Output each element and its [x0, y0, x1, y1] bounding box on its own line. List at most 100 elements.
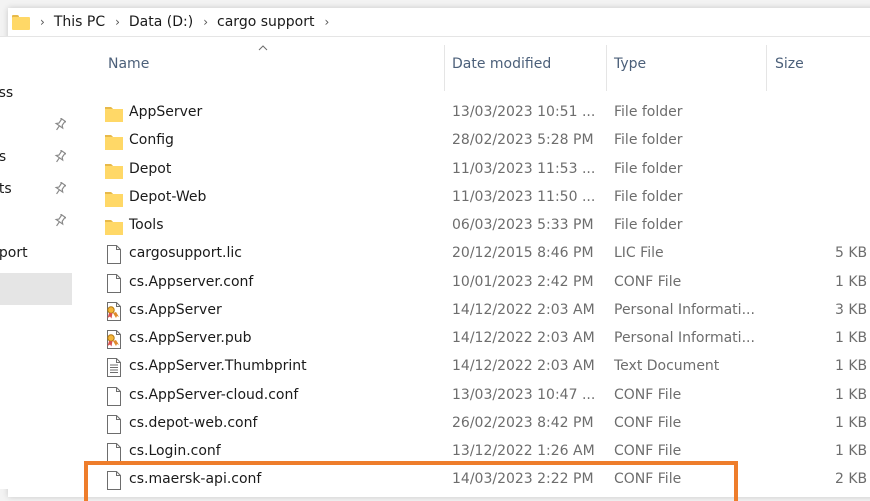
nav-item-label: ess — [0, 85, 14, 101]
nav-selected-item[interactable] — [0, 273, 72, 305]
navigation-pane: ess ds nts pport — [0, 37, 72, 489]
file-type: Text Document — [614, 358, 720, 375]
folder-icon — [105, 189, 123, 208]
file-icon — [105, 414, 123, 434]
chevron-right-icon[interactable]: › — [324, 15, 329, 29]
file-row[interactable]: Config 28/02/2023 5:28 PM File folder — [72, 127, 870, 155]
file-type: File folder — [614, 160, 683, 177]
file-date-modified: 14/12/2022 2:03 AM — [452, 301, 595, 318]
file-date-modified: 26/02/2023 8:42 PM — [452, 414, 594, 431]
nav-item-pinned-4[interactable] — [0, 205, 72, 237]
file-date-modified: 10/01/2023 2:42 PM — [452, 273, 594, 290]
folder-icon — [105, 217, 123, 236]
file-type: File folder — [614, 132, 683, 149]
breadcrumb-cargo-support[interactable]: cargo support — [217, 14, 314, 30]
file-date-modified: 20/12/2015 8:46 PM — [452, 245, 594, 262]
breadcrumb-data-drive[interactable]: Data (D:) — [129, 14, 193, 30]
nav-item-documents[interactable]: nts — [0, 173, 72, 205]
file-row[interactable]: Depot 11/03/2023 11:53 ... File folder — [72, 156, 870, 184]
file-date-modified: 13/03/2023 10:51 ... — [452, 104, 596, 120]
chevron-right-icon[interactable]: › — [115, 15, 120, 29]
file-row[interactable]: cs.AppServer-cloud.conf 13/03/2023 10:47 … — [72, 382, 870, 410]
nav-item-label: nts — [0, 181, 12, 197]
file-date-modified: 11/03/2023 11:50 ... — [452, 188, 596, 205]
pin-icon — [54, 150, 66, 163]
file-row[interactable]: cargosupport.lic 20/12/2015 8:46 PM LIC Fi… — [72, 240, 870, 268]
column-divider[interactable] — [766, 45, 767, 91]
file-row[interactable]: Tools 06/03/2023 5:33 PM File folder — [72, 212, 870, 240]
file-icon — [105, 386, 123, 406]
file-date-modified: 14/12/2022 2:03 AM — [452, 330, 595, 346]
file-name: Depot — [129, 160, 172, 177]
nav-item-pinned-1[interactable] — [0, 109, 72, 141]
nav-item-cargo-support[interactable]: pport — [0, 237, 72, 269]
highlight-box — [84, 461, 738, 501]
file-size: 1 KB — [835, 330, 868, 346]
file-icon — [105, 273, 123, 293]
file-type: CONF File — [614, 273, 682, 290]
file-name: Depot-Web — [129, 188, 207, 205]
sort-ascending-icon — [258, 45, 268, 51]
file-type: File folder — [614, 217, 683, 233]
file-name: Tools — [129, 217, 164, 233]
column-header-type[interactable]: Type — [614, 56, 646, 72]
file-size: 2 KB — [835, 471, 868, 488]
file-name: cs.AppServer.pub — [129, 330, 252, 346]
file-type: CONF File — [614, 386, 682, 403]
file-size: 5 KB — [835, 245, 868, 262]
nav-item-downloads[interactable]: ds — [0, 141, 72, 173]
file-type: Personal Informati... — [614, 330, 755, 346]
column-divider[interactable] — [606, 45, 607, 91]
file-row[interactable]: cs.AppServer 14/12/2022 2:03 AM Personal I… — [72, 297, 870, 325]
file-size: 1 KB — [835, 358, 868, 375]
breadcrumb-this-pc[interactable]: This PC — [54, 14, 105, 30]
file-size: 1 KB — [835, 443, 868, 459]
file-type: File folder — [614, 188, 683, 205]
file-type: CONF File — [614, 414, 682, 431]
file-name: cs.AppServer — [129, 301, 222, 318]
text-file-icon — [105, 358, 123, 378]
file-name: cs.AppServer-cloud.conf — [129, 386, 299, 403]
file-size: 1 KB — [835, 386, 868, 403]
file-size: 1 KB — [835, 414, 868, 431]
file-row[interactable]: cs.AppServer.Thumbprint 14/12/2022 2:03 A… — [72, 353, 870, 381]
file-icon — [105, 245, 123, 265]
file-date-modified: 13/03/2023 10:47 ... — [452, 386, 596, 403]
file-date-modified: 11/03/2023 11:53 ... — [452, 160, 596, 177]
folder-icon — [105, 104, 123, 123]
file-row[interactable]: cs.AppServer.pub 14/12/2022 2:03 AM Person… — [72, 325, 870, 353]
file-name: cs.Login.conf — [129, 443, 221, 459]
chevron-right-icon[interactable]: › — [40, 15, 45, 29]
file-type: Personal Informati... — [614, 301, 755, 318]
pin-icon — [54, 182, 66, 195]
file-date-modified: 06/03/2023 5:33 PM — [452, 217, 594, 233]
nav-item-label: ds — [0, 149, 7, 165]
file-row[interactable]: cs.Appserver.conf 10/01/2023 2:42 PM CONF … — [72, 269, 870, 297]
chevron-right-icon[interactable]: › — [203, 15, 208, 29]
file-icon — [105, 443, 123, 462]
column-header-bar: Name Date modified Type Size — [72, 37, 870, 91]
folder-icon — [12, 14, 30, 30]
address-bar[interactable]: › This PC › Data (D:) › cargo support › — [0, 8, 870, 37]
nav-item-label: pport — [0, 245, 28, 261]
column-header-name[interactable]: Name — [108, 56, 149, 72]
file-date-modified: 14/12/2022 2:03 AM — [452, 358, 595, 375]
file-name: cs.depot-web.conf — [129, 414, 258, 431]
pin-icon — [54, 214, 66, 227]
column-header-date[interactable]: Date modified — [452, 56, 551, 72]
nav-item-quick-access[interactable]: ess — [0, 77, 72, 109]
file-row[interactable]: cs.depot-web.conf 26/02/2023 8:42 PM CONF … — [72, 410, 870, 438]
file-row[interactable]: AppServer 13/03/2023 10:51 ... File folder — [72, 99, 870, 127]
file-type: CONF File — [614, 443, 682, 459]
file-type: LIC File — [614, 245, 664, 262]
column-divider[interactable] — [444, 45, 445, 91]
file-date-modified: 28/02/2023 5:28 PM — [452, 132, 594, 149]
pin-icon — [54, 118, 66, 131]
file-row[interactable]: Depot-Web 11/03/2023 11:50 ... File folder — [72, 184, 870, 212]
file-name: cs.Appserver.conf — [129, 273, 254, 290]
folder-icon — [105, 161, 123, 180]
column-header-size[interactable]: Size — [775, 56, 804, 72]
file-name: cs.AppServer.Thumbprint — [129, 358, 307, 375]
file-name: cargosupport.lic — [129, 245, 242, 262]
file-date-modified: 13/12/2022 1:26 AM — [452, 443, 595, 459]
